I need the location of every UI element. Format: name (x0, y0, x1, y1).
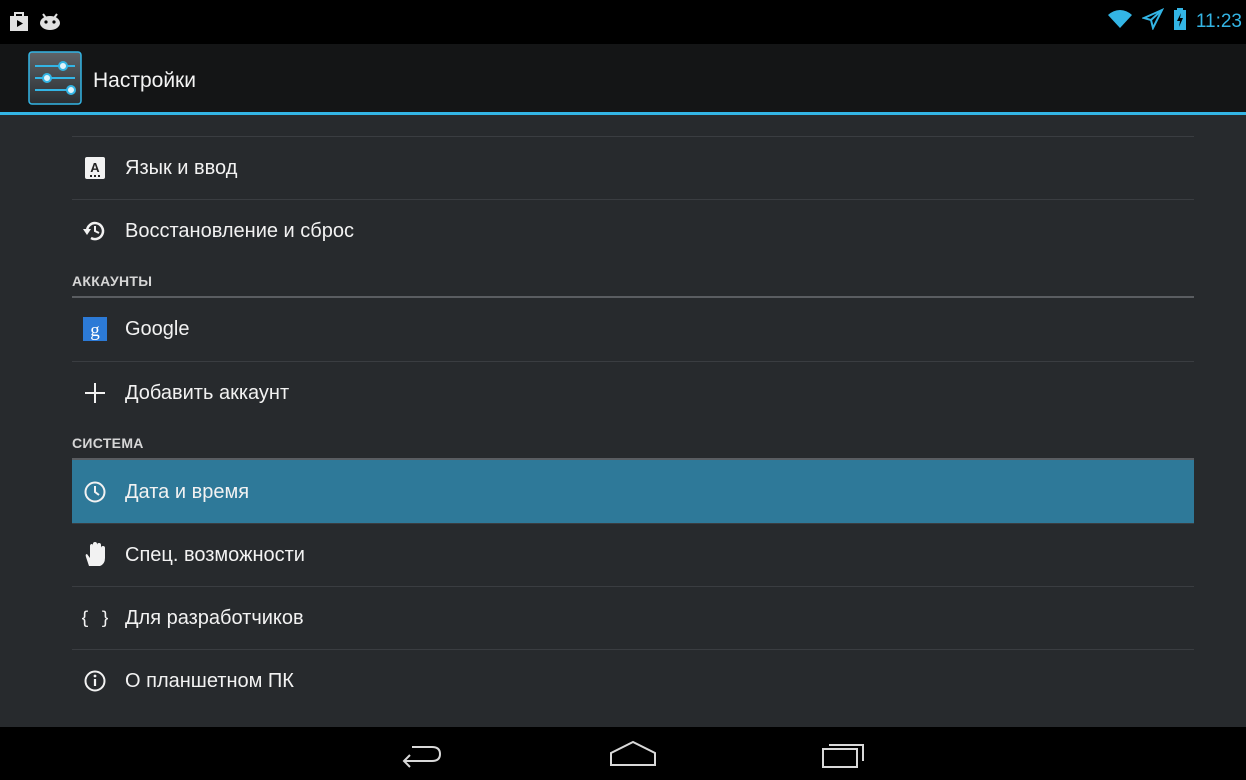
android-icon (38, 11, 62, 36)
clock-icon (82, 479, 108, 505)
airplane-mode-icon (1140, 7, 1165, 35)
google-icon: g (82, 316, 108, 342)
clock-time: 11:23 (1195, 10, 1242, 32)
home-icon[interactable] (608, 739, 658, 771)
list-item-date-time[interactable]: Дата и время (72, 460, 1194, 523)
recent-apps-icon[interactable] (818, 739, 868, 771)
list-item-label: Google (125, 318, 190, 340)
list-item-language[interactable]: A Язык и ввод (72, 136, 1194, 199)
list-item-google[interactable]: g Google (72, 298, 1194, 361)
settings-sliders-icon[interactable] (27, 50, 83, 106)
action-bar: Настройки (0, 44, 1246, 115)
section-title: АККАУНТЫ (72, 273, 153, 289)
settings-list: A Язык и ввод Восстановление и сброс АКК… (72, 136, 1194, 712)
wifi-icon (1107, 9, 1132, 34)
svg-text:g: g (90, 320, 100, 341)
list-item-label: Язык и ввод (125, 157, 238, 179)
list-item-label: Восстановление и сброс (125, 220, 354, 242)
keyboard-a-icon: A (82, 155, 108, 181)
list-item-label: О планшетном ПК (125, 670, 294, 692)
navigation-bar (0, 727, 1246, 780)
back-icon[interactable] (398, 739, 448, 771)
list-item-label: Дата и время (125, 481, 250, 503)
list-item-label: Добавить аккаунт (125, 382, 290, 404)
status-bar: 11:23 (0, 0, 1246, 44)
list-item-label: Спец. возможности (125, 544, 305, 566)
list-item-add-account[interactable]: Добавить аккаунт (72, 361, 1194, 424)
hand-icon (82, 542, 108, 568)
braces-icon: { } (82, 605, 108, 631)
list-item-label: Для разработчиков (125, 607, 304, 629)
list-item-accessibility[interactable]: Спец. возможности (72, 523, 1194, 586)
shopping-bag-icon (8, 11, 30, 36)
section-title: СИСТЕМА (72, 435, 144, 451)
battery-charging-icon (1173, 8, 1186, 35)
section-header-system: СИСТЕМА (72, 424, 1194, 460)
svg-text:{ }: { } (82, 609, 108, 629)
plus-icon (82, 380, 108, 406)
list-item-backup-reset[interactable]: Восстановление и сброс (72, 199, 1194, 262)
list-item-about[interactable]: О планшетном ПК (72, 649, 1194, 712)
info-icon (82, 668, 108, 694)
section-header-accounts: АККАУНТЫ (72, 262, 1194, 298)
page-title: Настройки (93, 69, 196, 92)
restore-icon (82, 218, 108, 244)
list-item-developer[interactable]: { } Для разработчиков (72, 586, 1194, 649)
svg-text:A: A (90, 160, 100, 175)
